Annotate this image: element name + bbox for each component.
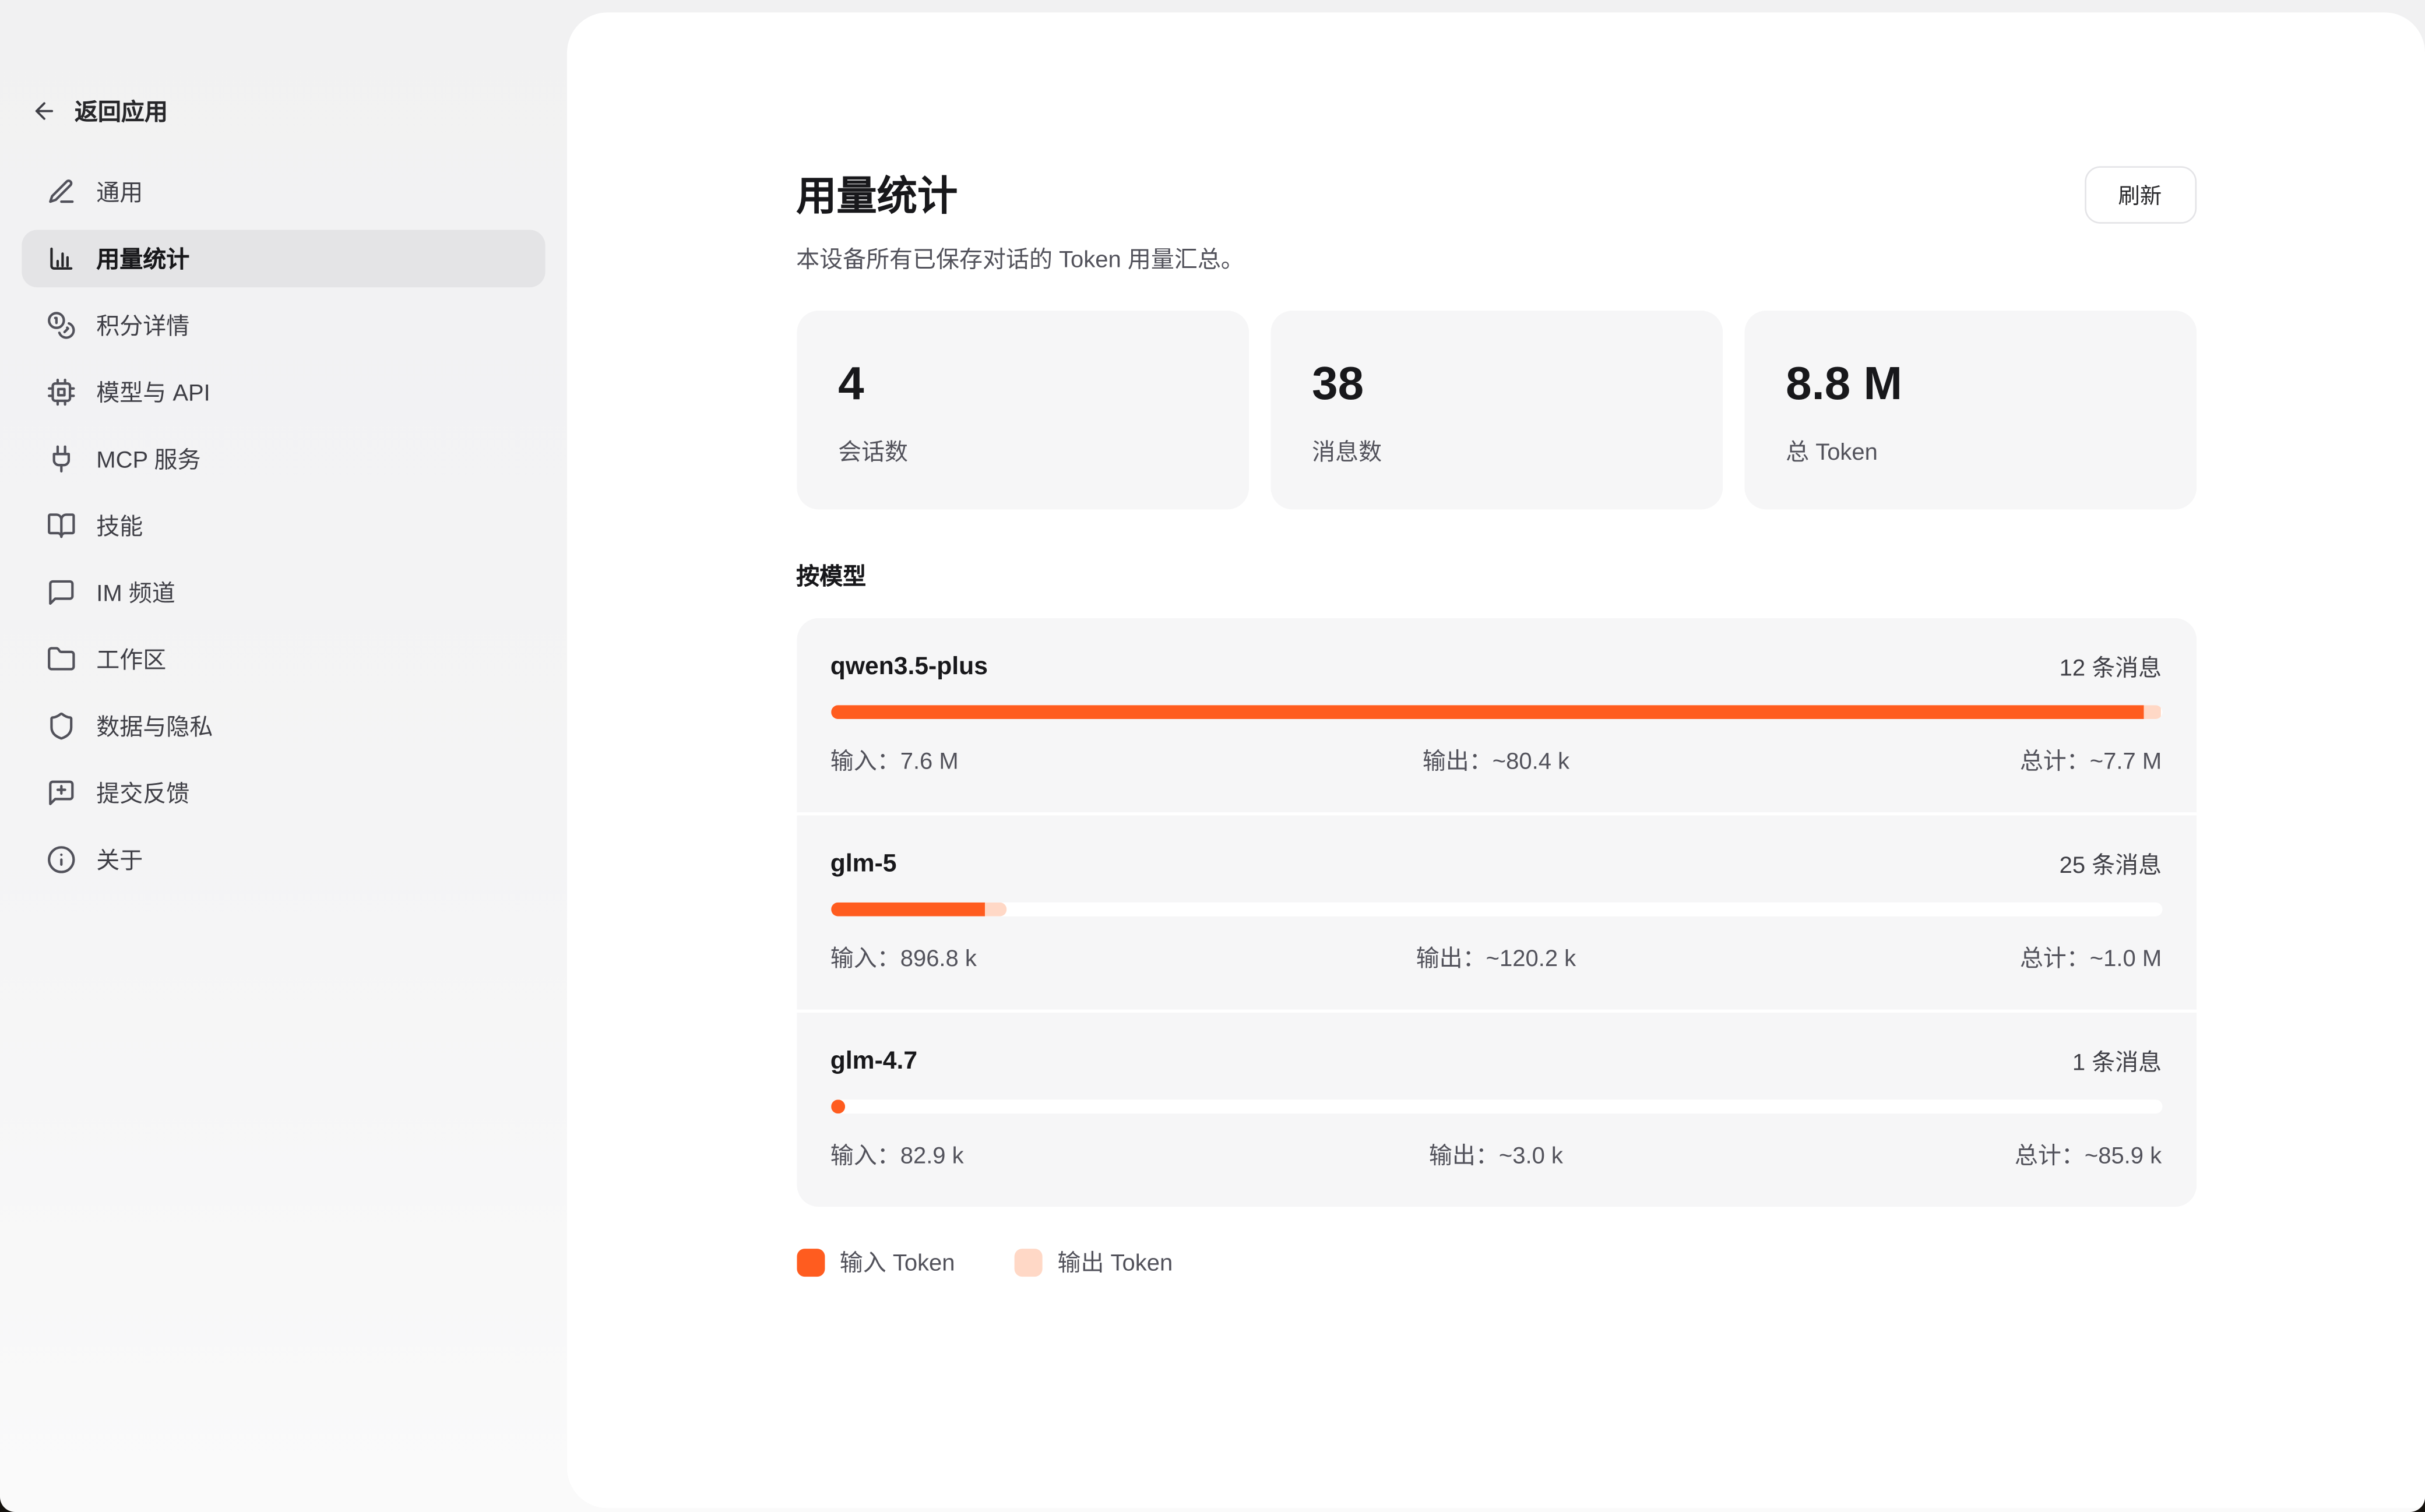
page-subtitle: 本设备所有已保存对话的 Token 用量汇总。 (796, 244, 2196, 276)
model-message-count: 1 条消息 (2072, 1045, 2162, 1078)
sidebar-nav: 通用 用量统计 积分详情 模型与 API (22, 163, 545, 889)
model-message-count: 25 条消息 (2060, 848, 2162, 880)
input-token-bar-segment (830, 705, 2143, 719)
model-row-qwen35-plus: qwen3.5-plus 12 条消息 输入：7.6 M 输出：~80.4 k … (796, 618, 2196, 812)
stat-value: 4 (838, 357, 1206, 413)
feedback-plus-icon (47, 778, 76, 808)
sidebar-item-skills[interactable]: 技能 (22, 497, 545, 555)
back-to-app-button[interactable]: 返回应用 (22, 82, 545, 138)
model-name: glm-4.7 (830, 1048, 917, 1076)
sidebar-item-mcp[interactable]: MCP 服务 (22, 430, 545, 488)
output-token-bar-segment (845, 1099, 846, 1113)
model-input-tokens: 输入：7.6 M (830, 744, 1274, 777)
sidebar-item-label: MCP 服务 (96, 443, 200, 475)
model-name: qwen3.5-plus (830, 653, 988, 681)
stat-card-sessions: 4 会话数 (796, 311, 1248, 509)
stat-label: 会话数 (838, 435, 1206, 467)
stat-card-total-tokens: 8.8 M 总 Token (1744, 311, 2196, 509)
sidebar-item-general[interactable]: 通用 (22, 163, 545, 221)
plug-icon (47, 444, 76, 474)
stats-cards: 4 会话数 38 消息数 8.8 M 总 Token (796, 311, 2196, 509)
settings-sidebar: 返回应用 通用 用量统计 积分详情 (0, 0, 567, 1512)
model-total-tokens: 总计：~85.9 k (1718, 1139, 2162, 1171)
sidebar-item-label: 数据与隐私 (96, 710, 213, 742)
sidebar-item-im-channels[interactable]: IM 频道 (22, 564, 545, 622)
token-legend: 输入 Token 输出 Token (796, 1246, 2196, 1278)
message-square-icon (47, 578, 76, 608)
model-name: glm-5 (830, 850, 897, 878)
model-input-tokens: 输入：896.8 k (830, 941, 1274, 974)
sidebar-item-label: IM 频道 (96, 576, 175, 609)
model-message-count: 12 条消息 (2060, 651, 2162, 683)
sidebar-item-models-api[interactable]: 模型与 API (22, 364, 545, 421)
output-token-bar-segment (985, 903, 1006, 917)
main-panel: 用量统计 刷新 本设备所有已保存对话的 Token 用量汇总。 4 会话数 38… (567, 12, 2425, 1508)
token-usage-bar (830, 1099, 2162, 1113)
back-label: 返回应用 (75, 94, 168, 126)
sidebar-item-label: 技能 (96, 509, 143, 542)
output-token-swatch (1014, 1248, 1042, 1276)
stat-value: 8.8 M (1786, 357, 2154, 413)
sidebar-item-usage-stats[interactable]: 用量统计 (22, 230, 545, 288)
token-usage-bar (830, 705, 2162, 719)
model-output-tokens: 输出：~120.2 k (1274, 941, 1717, 974)
arrow-left-icon (31, 97, 57, 124)
stat-label: 总 Token (1786, 435, 2154, 467)
pencil-icon (47, 177, 76, 207)
legend-label: 输入 Token (840, 1246, 955, 1278)
model-row-glm-47: glm-4.7 1 条消息 输入：82.9 k 输出：~3.0 k 总计：~85… (796, 1010, 2196, 1207)
model-total-tokens: 总计：~7.7 M (1718, 744, 2162, 777)
sidebar-item-credits[interactable]: 积分详情 (22, 297, 545, 354)
page-title: 用量统计 (796, 168, 958, 221)
input-token-swatch (796, 1248, 824, 1276)
input-token-bar-segment (830, 903, 985, 917)
legend-item-input: 输入 Token (796, 1246, 955, 1278)
model-input-tokens: 输入：82.9 k (830, 1139, 1274, 1171)
model-row-glm-5: glm-5 25 条消息 输入：896.8 k 输出：~120.2 k 总计：~… (796, 812, 2196, 1010)
model-output-tokens: 输出：~80.4 k (1274, 744, 1717, 777)
input-token-bar-segment (830, 1099, 845, 1113)
sidebar-item-about[interactable]: 关于 (22, 831, 545, 889)
sidebar-item-label: 模型与 API (96, 376, 210, 408)
sidebar-item-workspace[interactable]: 工作区 (22, 630, 545, 688)
sidebar-item-data-privacy[interactable]: 数据与隐私 (22, 697, 545, 755)
coins-icon (47, 311, 76, 340)
info-icon (47, 845, 76, 875)
legend-item-output: 输出 Token (1014, 1246, 1173, 1278)
stat-label: 消息数 (1312, 435, 1680, 467)
stat-card-messages: 38 消息数 (1270, 311, 1722, 509)
stat-value: 38 (1312, 357, 1680, 413)
sidebar-item-label: 提交反馈 (96, 777, 189, 809)
by-model-section-label: 按模型 (796, 559, 2196, 592)
shield-icon (47, 711, 76, 741)
model-total-tokens: 总计：~1.0 M (1718, 941, 2162, 974)
token-usage-bar (830, 903, 2162, 917)
bar-chart-icon (47, 244, 76, 273)
legend-label: 输出 Token (1057, 1246, 1173, 1278)
sidebar-item-label: 通用 (96, 175, 143, 208)
sidebar-item-label: 关于 (96, 843, 143, 876)
sidebar-item-label: 工作区 (96, 643, 166, 676)
model-output-tokens: 输出：~3.0 k (1274, 1139, 1717, 1171)
book-open-icon (47, 511, 76, 541)
app-window: 返回应用 通用 用量统计 积分详情 (0, 0, 2425, 1512)
sidebar-item-label: 积分详情 (96, 309, 189, 341)
output-token-bar-segment (2143, 705, 2162, 719)
sidebar-item-feedback[interactable]: 提交反馈 (22, 764, 545, 822)
sidebar-item-label: 用量统计 (96, 242, 189, 275)
model-usage-list: qwen3.5-plus 12 条消息 输入：7.6 M 输出：~80.4 k … (796, 618, 2196, 1207)
cpu-icon (47, 378, 76, 407)
refresh-button[interactable]: 刷新 (2084, 166, 2196, 224)
folder-icon (47, 644, 76, 674)
